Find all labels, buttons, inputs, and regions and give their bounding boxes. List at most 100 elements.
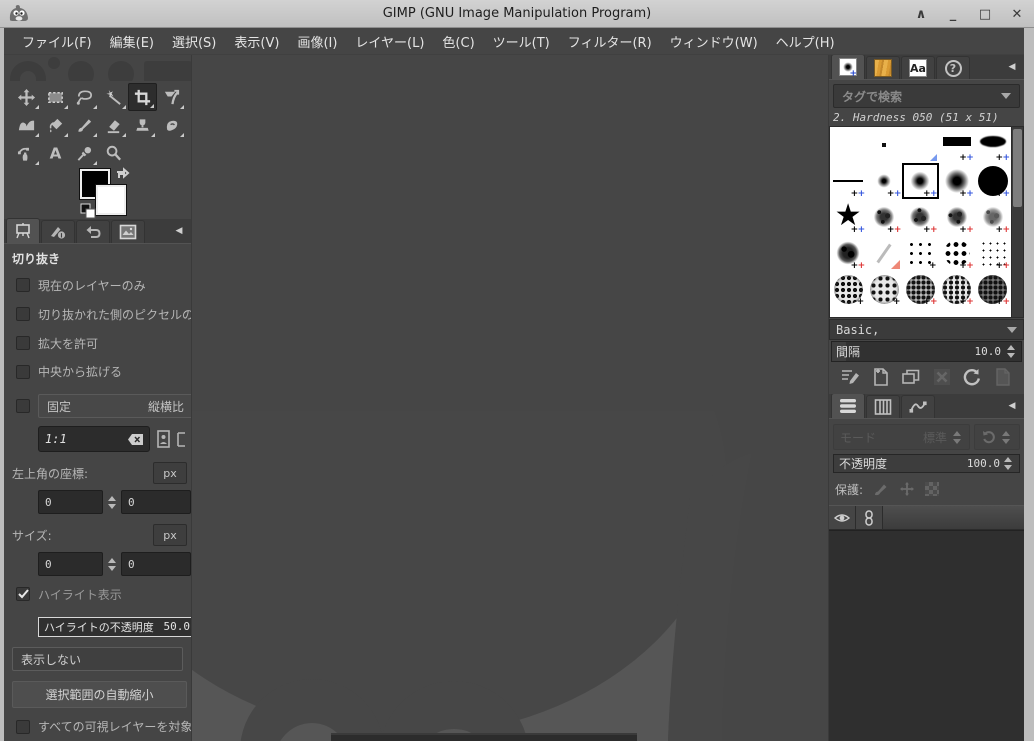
brush-dots-splatter[interactable]: + + xyxy=(939,235,975,271)
canvas-area[interactable] xyxy=(192,55,828,741)
brush-chalk-1[interactable]: + + xyxy=(866,199,902,235)
size-width-input[interactable]: 0 xyxy=(38,552,103,576)
tab-patterns[interactable] xyxy=(866,56,900,79)
brush-blank[interactable] xyxy=(830,127,866,163)
checkbox-allow-growing[interactable]: 拡大を許可 xyxy=(4,329,191,358)
background-color-swatch[interactable] xyxy=(96,185,126,215)
fixed-mode-combo[interactable]: 固定 縦横比 xyxy=(38,394,191,419)
brush-block-bar[interactable]: + + xyxy=(939,127,975,163)
position-spinner[interactable] xyxy=(107,495,117,509)
dock-menu-left-icon[interactable]: ◀ xyxy=(171,223,187,239)
titlebar[interactable]: GIMP (GNU Image Manipulation Program) ∧ … xyxy=(0,0,1034,28)
mode-reset-button[interactable] xyxy=(974,424,1020,450)
auto-shrink-button[interactable]: 選択範囲の自動縮小 xyxy=(12,681,187,709)
mode-spinner[interactable] xyxy=(951,430,963,444)
scrollbar-thumb[interactable] xyxy=(1013,129,1022,207)
menu-colors[interactable]: 色(C) xyxy=(434,28,482,55)
landscape-orientation-button[interactable] xyxy=(177,430,185,449)
position-unit-combo[interactable]: px xyxy=(153,462,187,485)
checkbox-box[interactable] xyxy=(16,307,30,322)
brush-texture-bar-1[interactable] xyxy=(830,307,866,317)
brush-star[interactable]: ★ + + xyxy=(830,199,866,235)
menu-filters[interactable]: フィルター(R) xyxy=(560,28,660,55)
brush-thin-line[interactable]: + + xyxy=(830,163,866,199)
size-spinner[interactable] xyxy=(107,557,117,571)
portrait-orientation-button[interactable] xyxy=(156,430,171,449)
tab-channels[interactable] xyxy=(866,395,900,418)
highlight-opacity-slider[interactable]: ハイライトの不透明度 50.0 xyxy=(38,616,191,637)
tab-images[interactable] xyxy=(111,220,145,243)
close-button[interactable]: ✕ xyxy=(1008,5,1026,23)
lock-pixels-icon[interactable] xyxy=(873,481,889,497)
delete-brush-icon[interactable] xyxy=(930,366,954,388)
tab-fonts[interactable]: Aa xyxy=(901,56,935,79)
checkbox-box[interactable] xyxy=(16,336,30,351)
layer-opacity-slider[interactable]: 不透明度 100.0 xyxy=(833,454,1020,473)
position-y-input[interactable]: 0 xyxy=(121,490,191,515)
brush-chalk-soft[interactable]: + + xyxy=(975,199,1011,235)
eye-icon[interactable] xyxy=(829,506,856,529)
gradient-tool-icon[interactable] xyxy=(12,111,41,139)
checkbox-sample-merged[interactable]: すべての可視レイヤーを対象にする xyxy=(4,712,191,741)
menu-windows[interactable]: ウィンドウ(W) xyxy=(662,28,766,55)
menu-select[interactable]: 選択(S) xyxy=(164,28,224,55)
brush-hardness-075[interactable]: + + xyxy=(939,163,975,199)
brush-pixel[interactable] xyxy=(866,127,902,163)
brush-texture-bar-2[interactable] xyxy=(866,307,902,317)
tab-layers[interactable] xyxy=(831,394,865,418)
position-x-input[interactable]: 0 xyxy=(38,490,103,515)
reset-spinner[interactable] xyxy=(1000,430,1012,444)
text-tool-icon[interactable]: A xyxy=(41,139,70,167)
chain-icon[interactable] xyxy=(856,506,883,529)
spacing-spinner[interactable] xyxy=(1005,345,1017,358)
brush-texture-4[interactable]: + + xyxy=(939,271,975,307)
checkbox-box[interactable] xyxy=(16,719,30,734)
menu-tools[interactable]: ツール(T) xyxy=(485,28,558,55)
refresh-brushes-icon[interactable] xyxy=(960,366,984,388)
move-tool-icon[interactable] xyxy=(12,83,41,111)
menu-help[interactable]: ヘルプ(H) xyxy=(768,28,843,55)
minimize-button[interactable]: _ xyxy=(944,5,962,23)
aspect-ratio-input[interactable]: 1:1 xyxy=(38,426,150,453)
menu-file[interactable]: ファイル(F) xyxy=(14,28,100,55)
brush-calligraphy[interactable]: + + xyxy=(975,127,1011,163)
brush-clipboard[interactable] xyxy=(902,127,938,163)
checkbox-box[interactable] xyxy=(16,364,30,379)
checkbox-current-layer-only[interactable]: 現在のレイヤーのみ xyxy=(4,271,191,300)
brush-hardness-100[interactable]: + + xyxy=(975,163,1011,199)
tab-tool-options[interactable] xyxy=(6,218,40,243)
checkbox-box-checked[interactable] xyxy=(16,587,30,602)
transform-tool-icon[interactable] xyxy=(157,83,186,111)
checkbox-expand-from-center[interactable]: 中央から拡げる xyxy=(4,358,191,387)
size-unit-combo[interactable]: px xyxy=(153,524,187,547)
brush-spacing-slider[interactable]: 間隔 10.0 xyxy=(831,341,1022,362)
brush-hardness-050-selected[interactable]: + + xyxy=(902,163,938,199)
brush-texture-5[interactable]: + + xyxy=(975,271,1011,307)
brush-texture-3[interactable]: + + xyxy=(902,271,938,307)
opacity-spinner[interactable] xyxy=(1002,457,1014,470)
layer-list[interactable] xyxy=(829,530,1024,741)
eraser-tool-icon[interactable] xyxy=(99,111,128,139)
tab-help[interactable]: ? xyxy=(936,56,970,79)
brush-texture-bar-4[interactable] xyxy=(939,307,975,317)
dock-menu-left-icon[interactable]: ◀ xyxy=(1004,59,1020,75)
checkbox-fixed[interactable] xyxy=(16,399,30,414)
brush-chalk-3[interactable]: + + xyxy=(939,199,975,235)
paintbrush-tool-icon[interactable] xyxy=(70,111,99,139)
brush-grid[interactable]: + + + + + + + + + + + + + + ★ + + + + + + + + + + + + xyxy=(829,126,1011,318)
new-brush-icon[interactable] xyxy=(869,366,893,388)
bucket-fill-tool-icon[interactable] xyxy=(41,111,70,139)
brush-texture-2[interactable]: + xyxy=(866,271,902,307)
fuzzy-select-tool-icon[interactable] xyxy=(99,83,128,111)
paths-tool-icon[interactable] xyxy=(12,139,41,167)
maximize-button[interactable]: □ xyxy=(976,5,994,23)
menu-layer[interactable]: レイヤー(L) xyxy=(347,28,432,55)
clear-input-icon[interactable] xyxy=(128,433,143,445)
tab-device-status[interactable]: i xyxy=(41,220,75,243)
rectangle-select-tool-icon[interactable] xyxy=(41,83,70,111)
zoom-tool-icon[interactable] xyxy=(99,139,128,167)
checkbox-highlight[interactable]: ハイライト表示 xyxy=(4,580,191,609)
brush-tag-search[interactable]: タグで検索 xyxy=(833,84,1020,108)
duplicate-brush-icon[interactable] xyxy=(899,366,923,388)
brush-hardness-025[interactable]: + + xyxy=(866,163,902,199)
